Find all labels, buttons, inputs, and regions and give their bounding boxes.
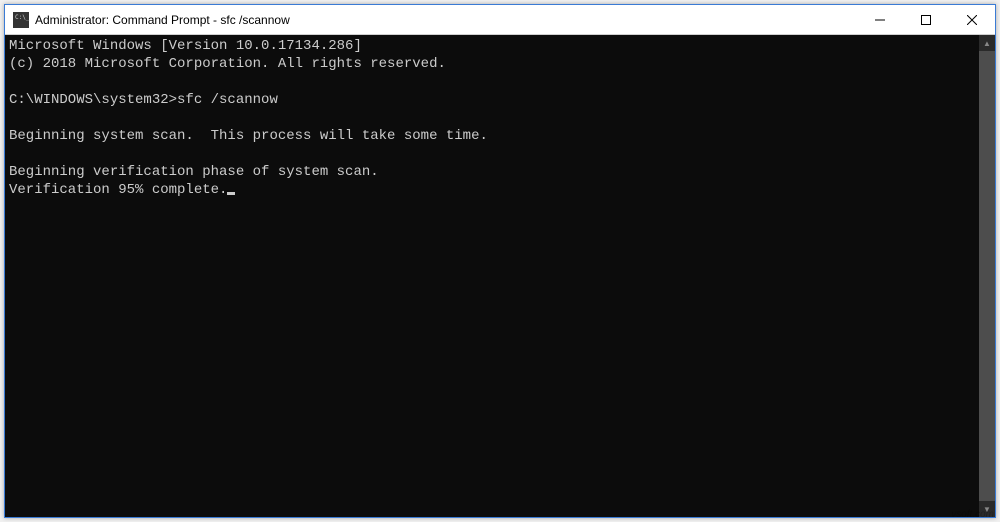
titlebar[interactable]: Administrator: Command Prompt - sfc /sca…: [5, 5, 995, 35]
scroll-thumb[interactable]: [979, 51, 995, 501]
terminal-output[interactable]: Microsoft Windows [Version 10.0.17134.28…: [5, 35, 979, 517]
output-line: (c) 2018 Microsoft Corporation. All righ…: [9, 56, 446, 72]
scroll-down-button[interactable]: ▼: [979, 501, 995, 517]
minimize-button[interactable]: [857, 5, 903, 35]
output-prompt-line: C:\WINDOWS\system32>sfc /scannow: [9, 92, 278, 108]
output-line: Beginning verification phase of system s…: [9, 164, 379, 180]
cursor: [227, 192, 235, 195]
scroll-track[interactable]: [979, 51, 995, 501]
command-prompt-window: Administrator: Command Prompt - sfc /sca…: [4, 4, 996, 518]
scroll-up-button[interactable]: ▲: [979, 35, 995, 51]
maximize-button[interactable]: [903, 5, 949, 35]
close-button[interactable]: [949, 5, 995, 35]
client-area: Microsoft Windows [Version 10.0.17134.28…: [5, 35, 995, 517]
window-title: Administrator: Command Prompt - sfc /sca…: [35, 13, 290, 27]
output-line: Beginning system scan. This process will…: [9, 128, 488, 144]
cmd-icon: [13, 12, 29, 28]
vertical-scrollbar[interactable]: ▲ ▼: [979, 35, 995, 517]
output-line: Microsoft Windows [Version 10.0.17134.28…: [9, 38, 362, 54]
output-line: Verification 95% complete.: [9, 182, 227, 198]
